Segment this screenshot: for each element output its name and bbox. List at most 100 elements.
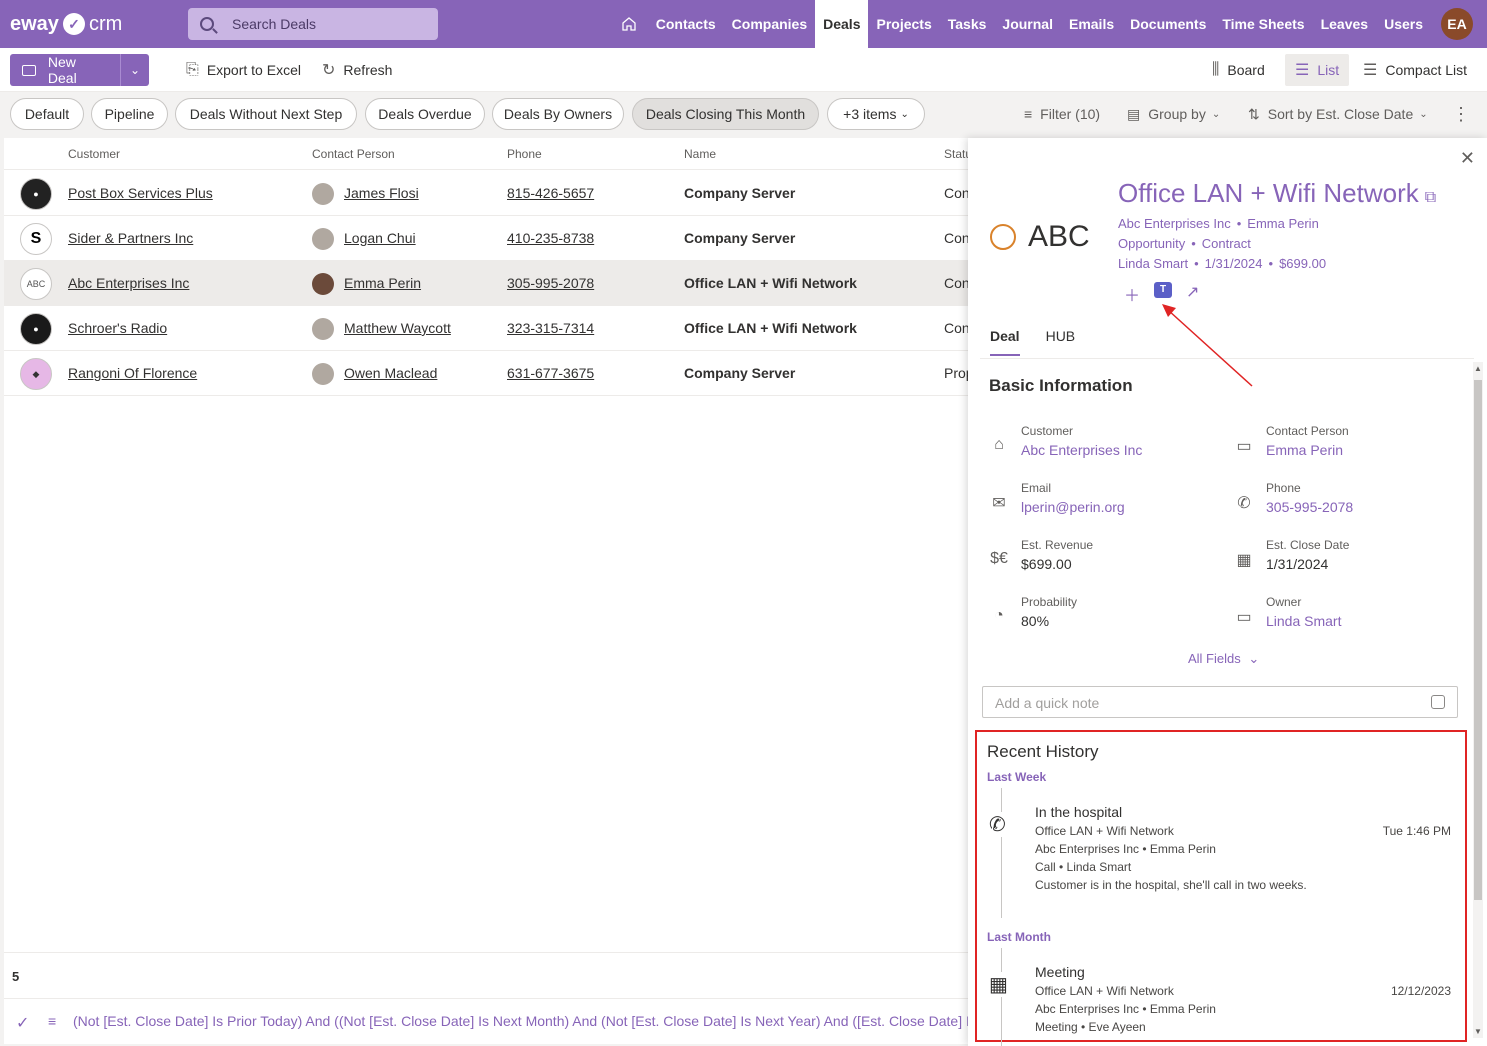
col-customer[interactable]: Customer bbox=[68, 147, 120, 161]
view-more-items[interactable]: +3 items ⌄ bbox=[827, 98, 925, 130]
history-item-title: In the hospital bbox=[1035, 804, 1123, 820]
phone-link[interactable]: 323-315-7314 bbox=[507, 320, 594, 336]
view-deals-by-owners[interactable]: Deals By Owners bbox=[492, 98, 624, 130]
contact-avatar bbox=[312, 363, 334, 385]
contact-link[interactable]: Owen Maclead bbox=[344, 365, 437, 381]
history-item-line: Abc Enterprises Inc • Emma Perin bbox=[1035, 1002, 1216, 1016]
group-by-button[interactable]: ▤ Group by ⌄ bbox=[1127, 98, 1220, 130]
scroll-thumb[interactable] bbox=[1474, 380, 1482, 900]
col-contact-person[interactable]: Contact Person bbox=[312, 147, 395, 161]
deal-name: Company Server bbox=[684, 185, 796, 201]
field-label: Est. Revenue bbox=[1021, 538, 1094, 552]
all-fields-toggle[interactable]: All Fields ⌄ bbox=[1188, 651, 1259, 667]
close-icon[interactable]: ✕ bbox=[1460, 148, 1475, 169]
customer-link[interactable]: Abc Enterprises Inc bbox=[68, 275, 189, 291]
history-item[interactable]: ▦ Meeting Office LAN + Wifi Network Abc … bbox=[987, 948, 1457, 1046]
table-row[interactable]: ABC Abc Enterprises Inc Emma Perin 305-9… bbox=[4, 261, 980, 306]
list-view-button[interactable]: ☰ List bbox=[1285, 54, 1350, 86]
customer-link[interactable]: Post Box Services Plus bbox=[68, 185, 213, 201]
field-value[interactable]: lperin@perin.org bbox=[1021, 499, 1125, 515]
nav-journal[interactable]: Journal bbox=[994, 0, 1061, 48]
deal-owner[interactable]: Linda Smart bbox=[1118, 256, 1188, 271]
tab-hub[interactable]: HUB bbox=[1046, 328, 1076, 356]
export-excel-button[interactable]: ⎘ Export to Excel bbox=[186, 54, 301, 86]
scroll-up-icon[interactable]: ▲ bbox=[1474, 364, 1482, 373]
phone-link[interactable]: 815-426-5657 bbox=[507, 185, 594, 201]
recent-history-title: Recent History bbox=[987, 742, 1099, 761]
export-label: Export to Excel bbox=[206, 62, 301, 78]
view-deals-overdue[interactable]: Deals Overdue bbox=[365, 98, 485, 130]
table-row[interactable]: ◆ Rangoni Of Florence Owen Maclead 631-6… bbox=[4, 351, 980, 396]
new-deal-dropdown[interactable]: ⌄ bbox=[120, 54, 149, 86]
nav-documents[interactable]: Documents bbox=[1122, 0, 1214, 48]
eway-crm-logo[interactable]: eway ✓ crm bbox=[10, 10, 122, 38]
phone-link[interactable]: 631-677-3675 bbox=[507, 365, 594, 381]
contact-link[interactable]: James Flosi bbox=[344, 185, 419, 201]
deal-stage[interactable]: Contract bbox=[1202, 236, 1251, 251]
table-row[interactable]: ● Schroer's Radio Matthew Waycott 323-31… bbox=[4, 306, 980, 351]
view-default[interactable]: Default bbox=[10, 98, 84, 130]
nav-tasks[interactable]: Tasks bbox=[940, 0, 995, 48]
table-row[interactable]: ● Post Box Services Plus James Flosi 815… bbox=[4, 171, 980, 216]
customer-avatar: S bbox=[20, 223, 52, 255]
chevron-down-icon: ⌄ bbox=[1248, 651, 1260, 666]
new-deal-split-button: New Deal ⌄ bbox=[10, 54, 149, 86]
tab-deal[interactable]: Deal bbox=[990, 328, 1020, 356]
note-icon[interactable] bbox=[1431, 695, 1445, 709]
more-options-icon[interactable]: ⋮ bbox=[1452, 98, 1470, 130]
search-input[interactable]: Search Deals bbox=[188, 8, 438, 40]
col-name[interactable]: Name bbox=[684, 147, 716, 161]
col-phone[interactable]: Phone bbox=[507, 147, 542, 161]
phone-link[interactable]: 305-995-2078 bbox=[507, 275, 594, 291]
contact-link[interactable]: Emma Perin bbox=[344, 275, 421, 291]
view-pipeline[interactable]: Pipeline bbox=[91, 98, 168, 130]
field-value[interactable]: Linda Smart bbox=[1266, 613, 1341, 629]
field-value[interactable]: 305-995-2078 bbox=[1266, 499, 1353, 515]
customer-link[interactable]: Schroer's Radio bbox=[68, 320, 167, 336]
quick-note-input[interactable]: Add a quick note bbox=[982, 686, 1458, 718]
list-icon: ☰ bbox=[1295, 62, 1310, 79]
deal-company[interactable]: Abc Enterprises Inc bbox=[1118, 216, 1231, 231]
table-row[interactable]: S Sider & Partners Inc Logan Chui 410-23… bbox=[4, 216, 980, 261]
new-deal-button[interactable]: New Deal bbox=[10, 54, 120, 86]
nav-deals[interactable]: Deals bbox=[815, 0, 869, 48]
filter-expression[interactable]: (Not [Est. Close Date] Is Prior Today) A… bbox=[73, 1013, 980, 1029]
checkmark-icon[interactable]: ✓ bbox=[16, 1013, 29, 1033]
home-icon[interactable] bbox=[610, 0, 648, 48]
refresh-button[interactable]: ↻ Refresh bbox=[322, 54, 392, 86]
user-avatar[interactable]: EA bbox=[1441, 8, 1473, 40]
view-deals-without-next-step[interactable]: Deals Without Next Step bbox=[175, 98, 357, 130]
nav-leaves[interactable]: Leaves bbox=[1313, 0, 1376, 48]
nav-time-sheets[interactable]: Time Sheets bbox=[1214, 0, 1312, 48]
view-deals-closing-this-month[interactable]: Deals Closing This Month bbox=[632, 98, 819, 130]
nav-projects[interactable]: Projects bbox=[868, 0, 939, 48]
field-label: Email bbox=[1021, 481, 1052, 495]
nav-contacts[interactable]: Contacts bbox=[648, 0, 724, 48]
nav-users[interactable]: Users bbox=[1376, 0, 1431, 48]
customer-link[interactable]: Rangoni Of Florence bbox=[68, 365, 197, 381]
deal-contact[interactable]: Emma Perin bbox=[1247, 216, 1319, 231]
deal-title[interactable]: Office LAN + Wifi Network ⧉ bbox=[1118, 178, 1436, 209]
customer-link[interactable]: Sider & Partners Inc bbox=[68, 230, 193, 246]
nav-companies[interactable]: Companies bbox=[724, 0, 815, 48]
scroll-down-icon[interactable]: ▼ bbox=[1474, 1027, 1482, 1036]
compact-list-button[interactable]: ☰ Compact List bbox=[1363, 54, 1467, 86]
deal-type[interactable]: Opportunity bbox=[1118, 236, 1185, 251]
field-value[interactable]: Abc Enterprises Inc bbox=[1021, 442, 1142, 458]
filter-label: Filter (10) bbox=[1040, 106, 1101, 122]
history-item[interactable]: ✆ In the hospital Office LAN + Wifi Netw… bbox=[987, 788, 1457, 918]
phone-link[interactable]: 410-235-8738 bbox=[507, 230, 594, 246]
panel-scrollbar[interactable]: ▲ ▼ bbox=[1473, 362, 1483, 1038]
sort-button[interactable]: ⇅ Sort by Est. Close Date ⌄ bbox=[1248, 98, 1428, 130]
contact-link[interactable]: Logan Chui bbox=[344, 230, 416, 246]
currency-icon: $€ bbox=[990, 550, 1008, 567]
board-view-button[interactable]: ⫼ Board bbox=[1212, 54, 1265, 86]
field-value[interactable]: Emma Perin bbox=[1266, 442, 1343, 458]
basic-info-heading: Basic Information bbox=[989, 376, 1133, 395]
logo-text: ABC bbox=[1028, 220, 1090, 253]
add-icon[interactable]: ＋ bbox=[1124, 282, 1140, 306]
open-external-icon[interactable]: ⧉ bbox=[1425, 189, 1436, 206]
filter-button[interactable]: ≡ Filter (10) bbox=[1024, 98, 1100, 130]
nav-emails[interactable]: Emails bbox=[1061, 0, 1122, 48]
contact-link[interactable]: Matthew Waycott bbox=[344, 320, 451, 336]
